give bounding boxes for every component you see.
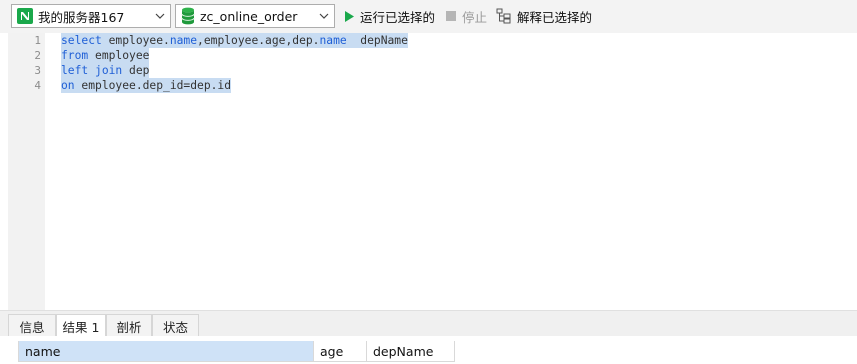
database-select[interactable]: zc_online_order <box>175 4 335 28</box>
column-header-age[interactable]: age <box>314 341 367 362</box>
line-number-gutter: 1 2 3 4 <box>8 33 45 310</box>
result-grid: name age depName <box>8 336 857 364</box>
explain-selected-label: 解释已选择的 <box>517 9 593 25</box>
server-select[interactable]: 我的服务器167 <box>11 4 171 28</box>
stop-icon <box>445 10 457 22</box>
server-select-label: 我的服务器167 <box>38 9 125 25</box>
tab-status[interactable]: 状态 <box>152 314 199 337</box>
line-number: 3 <box>34 64 41 77</box>
code-line[interactable]: from employee <box>61 48 150 63</box>
database-icon <box>181 7 195 25</box>
column-header-depname[interactable]: depName <box>367 341 455 362</box>
server-connection-icon <box>17 8 33 24</box>
toolbar: 我的服务器167 zc_online_order 运行已选择的 停止 解释已选择… <box>0 0 857 33</box>
explain-selected-button[interactable]: 解释已选择的 <box>496 4 592 28</box>
line-number: 4 <box>34 79 41 92</box>
tab-result-1[interactable]: 结果 1 <box>56 314 106 337</box>
line-number: 2 <box>34 49 41 62</box>
tab-profile[interactable]: 剖析 <box>106 314 152 337</box>
database-select-label: zc_online_order <box>200 8 298 24</box>
chevron-down-icon[interactable] <box>314 5 334 27</box>
line-number: 1 <box>34 34 41 47</box>
code-line[interactable]: left join dep <box>61 63 150 78</box>
chevron-down-icon[interactable] <box>150 5 170 27</box>
explain-icon <box>496 8 512 24</box>
run-selected-button[interactable]: 运行已选择的 <box>343 4 435 28</box>
column-header-name[interactable]: name <box>18 341 314 362</box>
result-tabs: 信息 结果 1 剖析 状态 <box>0 310 857 337</box>
stop-button[interactable]: 停止 <box>445 4 487 28</box>
code-line[interactable]: select employee.name,employee.age,dep.na… <box>61 33 408 48</box>
run-selected-label: 运行已选择的 <box>360 9 436 25</box>
code-line[interactable]: on employee.dep_id=dep.id <box>61 78 232 93</box>
stop-label: 停止 <box>462 9 488 25</box>
tab-info[interactable]: 信息 <box>8 314 56 337</box>
sql-editor[interactable]: 1 2 3 4 select employee.name,employee.ag… <box>8 33 857 310</box>
play-icon <box>343 10 355 23</box>
